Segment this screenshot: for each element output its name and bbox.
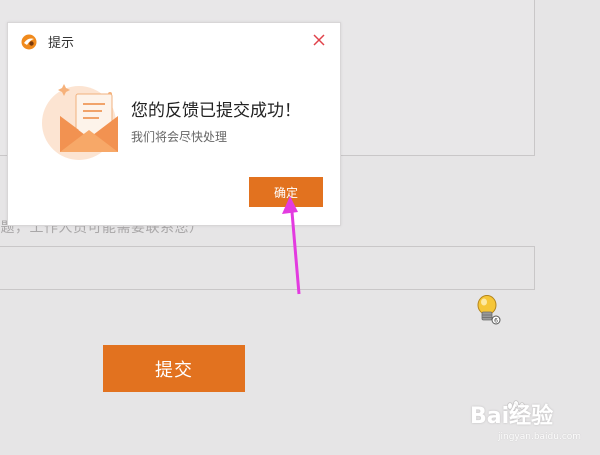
app-logo-icon	[21, 34, 37, 50]
success-dialog: 提示 您的反馈已提交成功！ 我们将会尽快处理 确定	[7, 22, 341, 226]
processing-message: 我们将会尽快处理	[131, 130, 228, 144]
dialog-title: 提示	[48, 36, 75, 51]
confirm-button[interactable]: 确定	[249, 177, 323, 207]
lightbulb-icon[interactable]: 6	[474, 294, 504, 330]
success-message: 您的反馈已提交成功！	[131, 101, 301, 121]
envelope-icon	[36, 80, 122, 166]
watermark-url: jingyan.baidu.com	[498, 432, 582, 442]
submit-button[interactable]: 提交	[103, 345, 245, 392]
close-icon[interactable]	[310, 31, 328, 49]
watermark-brand: Bai经验	[470, 404, 554, 429]
svg-text:6: 6	[494, 318, 498, 325]
contact-input[interactable]	[0, 246, 535, 290]
